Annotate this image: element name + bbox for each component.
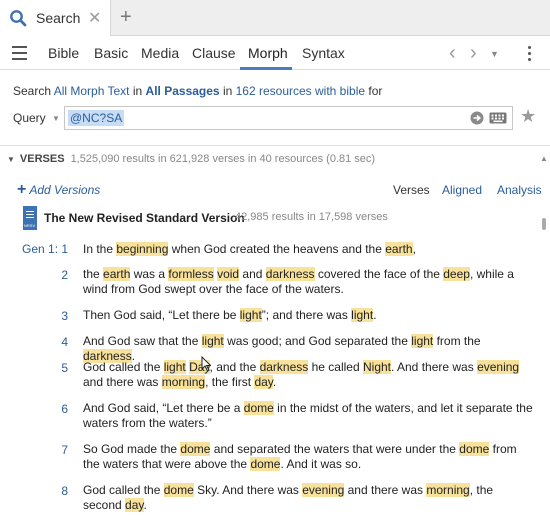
verse-text: In the beginning when God created the he… — [83, 242, 416, 256]
search-icon — [10, 10, 27, 27]
menu-item-syntax[interactable]: Syntax — [302, 45, 345, 61]
morph-text-scope-link[interactable]: All Morph Text — [54, 84, 130, 98]
verse-number[interactable]: 3 — [58, 309, 68, 323]
run-search-icon[interactable] — [470, 111, 484, 125]
tab-strip: Search ✕ + — [0, 0, 550, 36]
menu-item-clause[interactable]: Clause — [192, 45, 236, 61]
hamburger-menu-icon[interactable] — [12, 46, 27, 60]
favorite-star-icon[interactable]: ★ — [520, 106, 536, 127]
query-type-dropdown-icon[interactable]: ▼ — [52, 114, 60, 123]
search-hit[interactable]: day — [125, 498, 144, 512]
verse-number[interactable]: 7 — [58, 443, 68, 457]
menu-item-bible[interactable]: Bible — [48, 45, 79, 61]
verse-text: So God made the dome and separated the w… — [83, 442, 517, 471]
verse-number[interactable]: 5 — [58, 361, 68, 375]
search-hit[interactable]: dome — [180, 442, 211, 456]
search-prefix: Search — [13, 84, 52, 98]
close-tab-icon[interactable]: ✕ — [88, 8, 101, 28]
tab-search[interactable]: Search ✕ — [0, 0, 111, 36]
scrollbar-thumb[interactable] — [542, 218, 546, 230]
search-hit[interactable]: darkness — [265, 267, 315, 281]
forward-arrow-icon[interactable]: › — [470, 42, 477, 65]
search-hit[interactable]: light — [239, 308, 262, 322]
back-arrow-icon[interactable]: ‹ — [449, 42, 456, 65]
search-hit[interactable]: day — [254, 375, 273, 389]
add-versions-link[interactable]: + Add Versions — [17, 181, 100, 199]
search-hit[interactable]: Night — [362, 360, 391, 374]
chapter-reference[interactable]: Gen 1: — [22, 242, 58, 256]
search-hit[interactable]: morning — [426, 483, 470, 497]
search-type-menu: Bible Basic Media Clause Morph Syntax ‹ … — [0, 37, 550, 70]
view-tab-verses[interactable]: Verses — [393, 183, 430, 197]
add-versions-label: Add Versions — [29, 183, 101, 197]
collapse-toggle-icon[interactable]: ▼ — [7, 155, 15, 164]
search-scope-line: Search All Morph Text in All Passages in… — [13, 84, 382, 98]
search-hit[interactable]: light — [201, 334, 224, 348]
search-hit[interactable]: light — [163, 360, 186, 374]
verse-number[interactable]: 1 — [58, 242, 68, 256]
scroll-up-arrow-icon[interactable]: ▲ — [540, 154, 548, 163]
search-hit[interactable]: light — [351, 308, 374, 322]
query-label: Query — [13, 111, 46, 125]
search-hit[interactable]: earth — [103, 267, 131, 281]
search-hit[interactable]: dome — [163, 483, 194, 497]
verse-text: God called the dome Sky. And there was e… — [83, 483, 494, 512]
search-hit[interactable]: darkness — [259, 360, 309, 374]
verse-number[interactable]: 2 — [58, 268, 68, 282]
mouse-cursor-icon — [201, 356, 211, 372]
verse-text: And God said, “Let there be a dome in th… — [83, 401, 533, 430]
version-title[interactable]: The New Revised Standard Version — [44, 211, 245, 225]
divider — [0, 145, 550, 146]
passages-scope-link[interactable]: All Passages — [146, 84, 220, 98]
search-hit[interactable]: dome — [459, 442, 490, 456]
verses-section-title: VERSES — [19, 153, 65, 165]
keyboard-icon[interactable] — [489, 112, 507, 124]
search-hit[interactable]: void — [217, 267, 240, 281]
menu-item-morph[interactable]: Morph — [248, 45, 288, 61]
query-value: @NC?SA — [68, 110, 125, 126]
menu-item-basic[interactable]: Basic — [94, 45, 128, 61]
search-hit[interactable]: formless — [168, 267, 214, 281]
verse-text: God called the light Day, and the darkne… — [83, 360, 520, 389]
search-hit[interactable]: deep — [443, 267, 470, 281]
more-options-icon[interactable] — [528, 46, 532, 64]
search-hit[interactable]: morning — [161, 375, 206, 389]
tab-title: Search — [36, 10, 81, 26]
bible-version-icon: NRSV — [23, 206, 37, 230]
view-tab-aligned[interactable]: Aligned — [442, 183, 482, 197]
active-menu-indicator — [240, 67, 292, 70]
search-hit[interactable]: evening — [477, 360, 520, 374]
verses-section-header[interactable]: ▼ VERSES 1,525,090 results in 621,928 vers… — [7, 153, 375, 165]
verse-text: Then God said, “Let there be light”; and… — [83, 308, 377, 322]
verse-number[interactable]: 4 — [58, 335, 68, 349]
view-tab-analysis[interactable]: Analysis — [497, 183, 542, 197]
verse-number[interactable]: 8 — [58, 484, 68, 498]
search-hit[interactable]: earth — [385, 242, 413, 256]
search-hit[interactable]: dome — [243, 401, 274, 415]
history-dropdown-icon[interactable]: ▼ — [490, 49, 499, 59]
search-suffix: for — [368, 84, 383, 98]
search-hit[interactable]: evening — [302, 483, 345, 497]
search-in-label: in — [132, 84, 143, 98]
new-tab-button[interactable]: + — [120, 6, 132, 28]
resources-scope-link[interactable]: 162 resources with bible — [236, 84, 365, 98]
search-hit[interactable]: light — [411, 334, 434, 348]
results-summary: 1,525,090 results in 621,928 verses in 4… — [70, 153, 376, 165]
version-result-count: 42,985 results in 17,598 verses — [235, 211, 388, 223]
search-hit[interactable]: dome — [250, 457, 281, 471]
plus-icon: + — [17, 181, 27, 198]
verse-text: the earth was a formless void and darkne… — [83, 267, 514, 296]
verse-number[interactable]: 6 — [58, 402, 68, 416]
search-hit[interactable]: beginning — [116, 242, 169, 256]
query-input[interactable]: @NC?SA — [64, 106, 513, 130]
menu-item-media[interactable]: Media — [141, 45, 179, 61]
search-in-label-2: in — [222, 84, 233, 98]
version-icon-tag: NRSV — [24, 223, 36, 228]
